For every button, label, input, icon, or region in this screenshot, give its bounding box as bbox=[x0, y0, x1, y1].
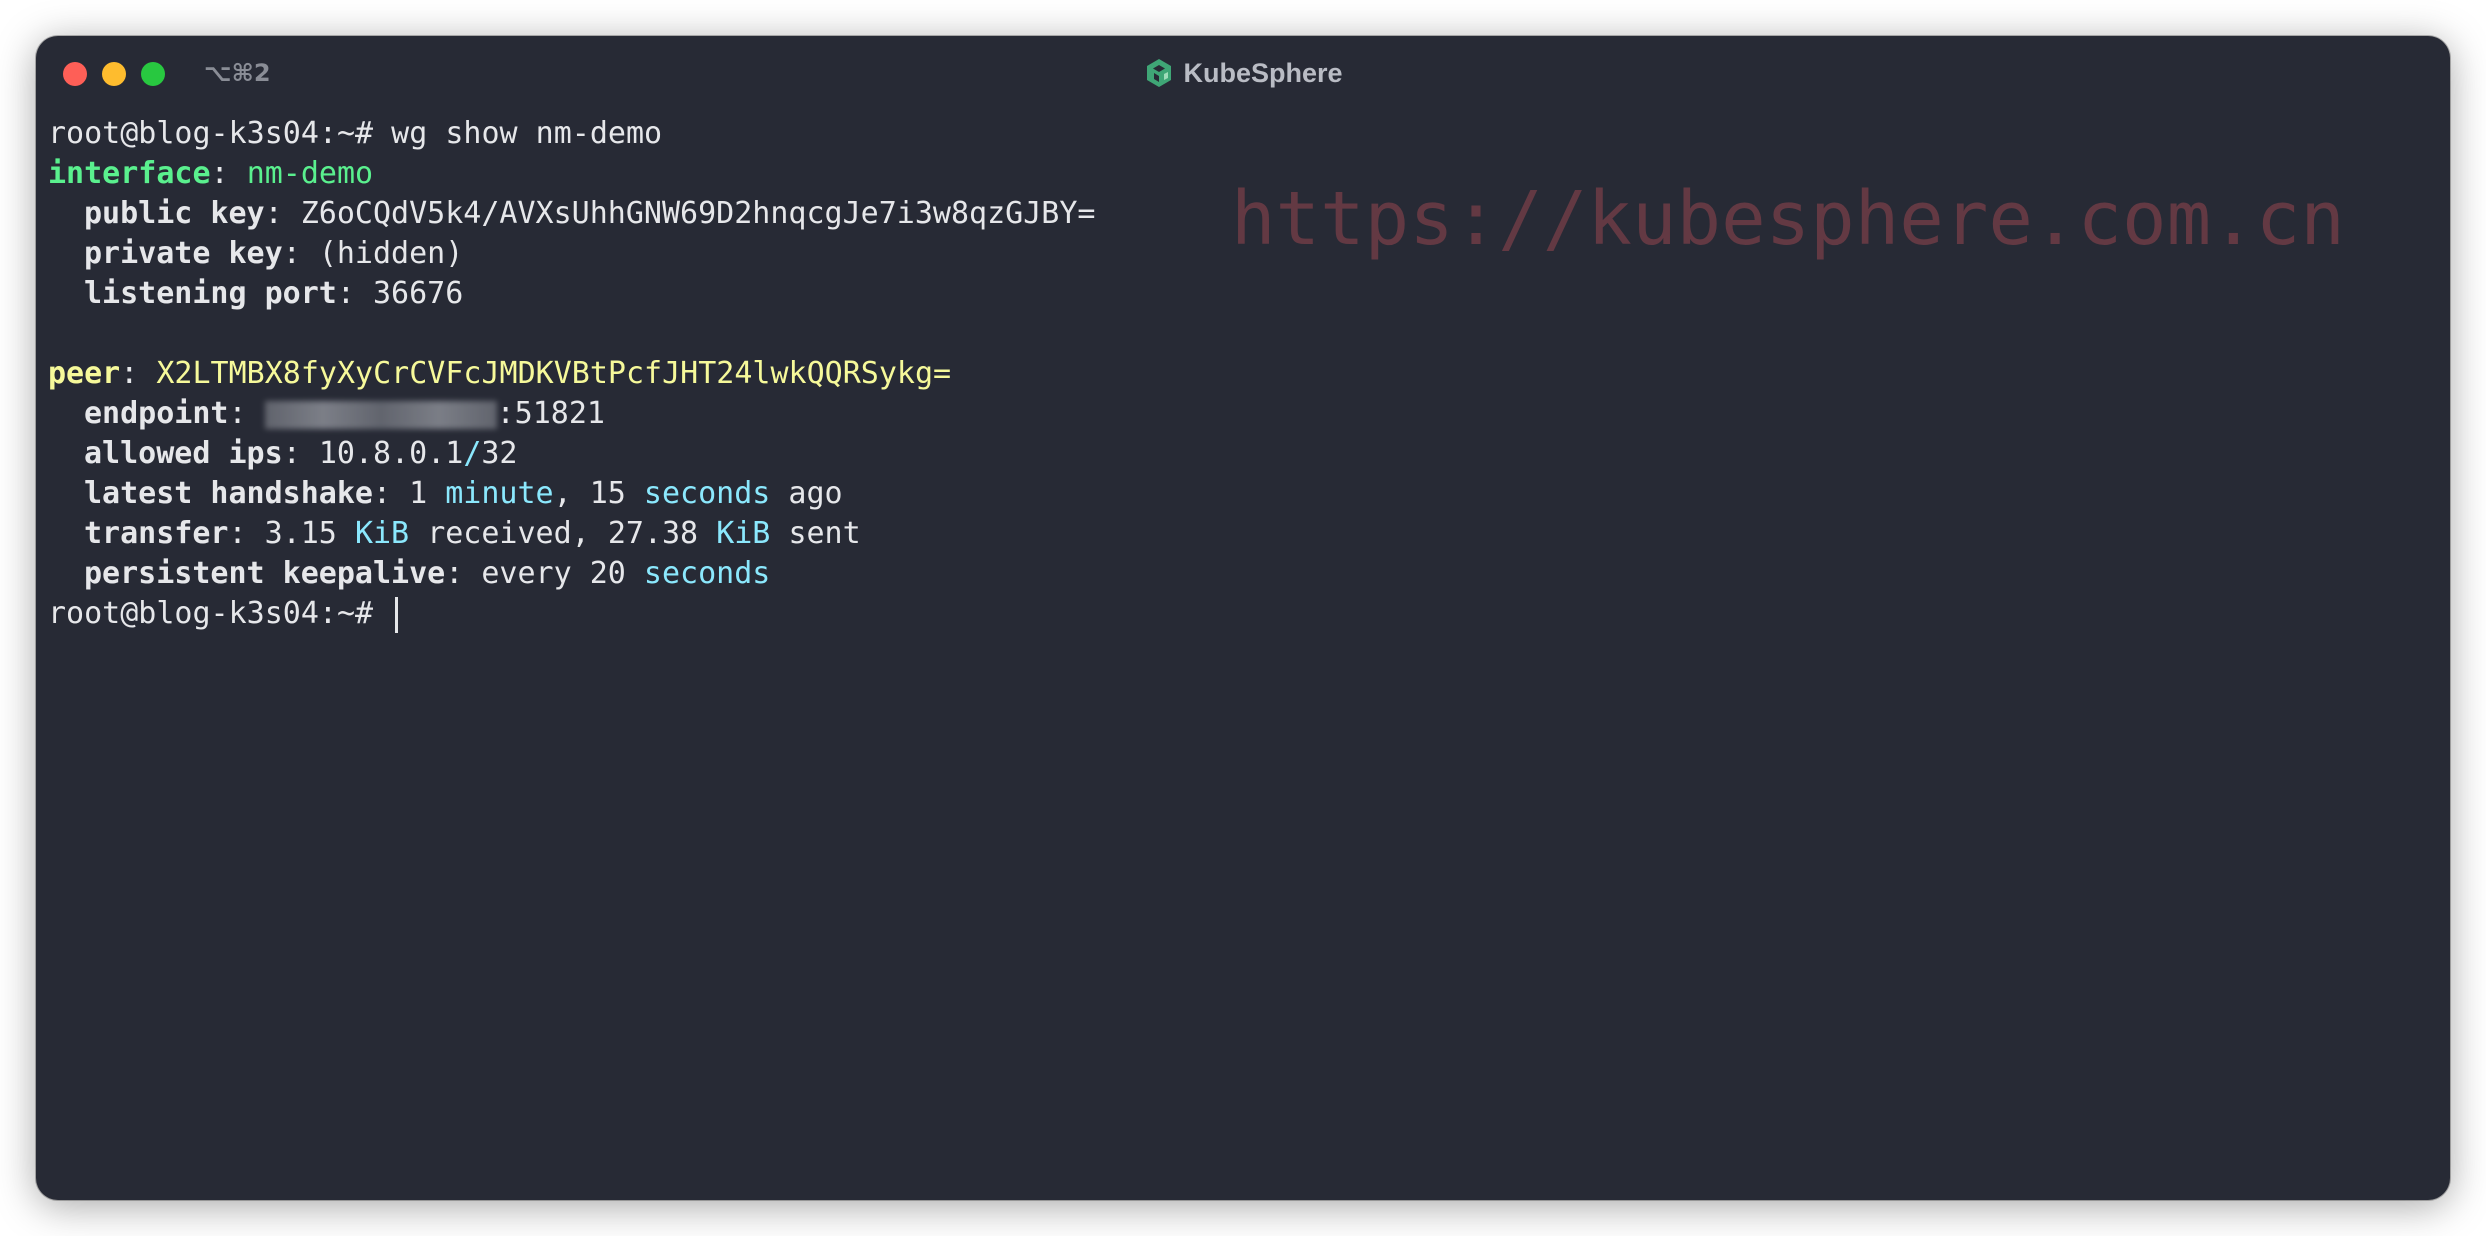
command-line: root@blog-k3s04:~# wg show nm-demo bbox=[48, 114, 1095, 154]
endpoint-port: :51821 bbox=[496, 396, 605, 431]
allowed-ips-line: allowed ips: 10.8.0.1/32 bbox=[84, 436, 518, 471]
public-key-line: public key: Z6oCQdV5k4/AVXsUhhGNW69D2hnq… bbox=[84, 196, 1096, 231]
text-cursor bbox=[395, 596, 399, 633]
transfer-received: 3.15 bbox=[264, 516, 337, 551]
keepalive-unit: seconds bbox=[643, 556, 771, 591]
allowed-ips-slash: / bbox=[463, 436, 482, 471]
terminal-window: ⌥⌘2 KubeSphere https://kubesphere.com.cn… bbox=[36, 36, 2450, 1200]
window-title-text: KubeSphere bbox=[1183, 57, 1343, 88]
transfer-label: transfer bbox=[84, 516, 229, 551]
allowed-ips-label: allowed ips bbox=[84, 436, 283, 471]
public-key-label: public key bbox=[84, 196, 265, 231]
keepalive-label: persistent keepalive bbox=[84, 556, 446, 591]
prompt: root@blog-k3s04:~# bbox=[48, 116, 374, 151]
transfer-received-unit: KiB bbox=[354, 516, 410, 551]
handshake-second-unit: seconds bbox=[643, 476, 771, 511]
interface-name: nm-demo bbox=[246, 156, 374, 191]
handshake-label: latest handshake bbox=[84, 476, 373, 511]
private-key-value: (hidden) bbox=[318, 236, 464, 271]
watermark-url: https://kubesphere.com.cn bbox=[1231, 176, 2345, 262]
window-title: KubeSphere bbox=[36, 54, 2450, 92]
endpoint-label: endpoint bbox=[84, 396, 229, 431]
handshake-tail: ago bbox=[788, 476, 843, 511]
listening-port-line: listening port: 36676 bbox=[84, 276, 464, 311]
private-key-label: private key bbox=[84, 236, 283, 271]
interface-line: interface: nm-demo bbox=[48, 156, 374, 191]
keepalive-interval: every 20 bbox=[481, 556, 626, 591]
listening-port-value: 36676 bbox=[373, 276, 464, 311]
terminal-output[interactable]: root@blog-k3s04:~# wg show nm-demo inter… bbox=[48, 114, 1095, 634]
handshake-minute-unit: minute bbox=[445, 476, 554, 511]
private-key-line: private key: (hidden) bbox=[84, 236, 464, 271]
public-key-value: Z6oCQdV5k4/AVXsUhhGNW69D2hnqcgJe7i3w8qzG… bbox=[300, 196, 1096, 231]
transfer-received-word: received, bbox=[427, 516, 590, 551]
redacted-ip bbox=[264, 400, 497, 429]
handshake-line: latest handshake: 1 minute, 15 seconds a… bbox=[84, 476, 843, 511]
allowed-ips-mask: 32 bbox=[481, 436, 518, 471]
handshake-seconds: 15 bbox=[589, 476, 626, 511]
handshake-minutes: 1 bbox=[409, 476, 428, 511]
command: wg show nm-demo bbox=[391, 116, 663, 151]
transfer-line: transfer: 3.15 KiB received, 27.38 KiB s… bbox=[84, 516, 861, 551]
listening-port-label: listening port bbox=[84, 276, 337, 311]
peer-label: peer bbox=[48, 356, 121, 391]
transfer-sent-unit: KiB bbox=[716, 516, 771, 551]
kubesphere-logo-icon bbox=[1147, 59, 1172, 87]
transfer-sent: 27.38 bbox=[607, 516, 699, 551]
interface-label: interface bbox=[48, 156, 211, 191]
keepalive-line: persistent keepalive: every 20 seconds bbox=[84, 556, 771, 591]
prompt: root@blog-k3s04:~# bbox=[48, 596, 374, 631]
title-bar[interactable]: ⌥⌘2 KubeSphere bbox=[36, 36, 2450, 110]
transfer-sent-word: sent bbox=[788, 516, 861, 551]
endpoint-line: endpoint: :51821 bbox=[84, 396, 605, 431]
prompt-line[interactable]: root@blog-k3s04:~# bbox=[48, 594, 1095, 634]
peer-line: peer: X2LTMBX8fyXyCrCVFcJMDKVBtPcfJHT24l… bbox=[48, 356, 952, 391]
allowed-ips-addr: 10.8.0.1 bbox=[318, 436, 464, 471]
peer-key: X2LTMBX8fyXyCrCVFcJMDKVBtPcfJHT24lwkQQRS… bbox=[156, 356, 952, 391]
